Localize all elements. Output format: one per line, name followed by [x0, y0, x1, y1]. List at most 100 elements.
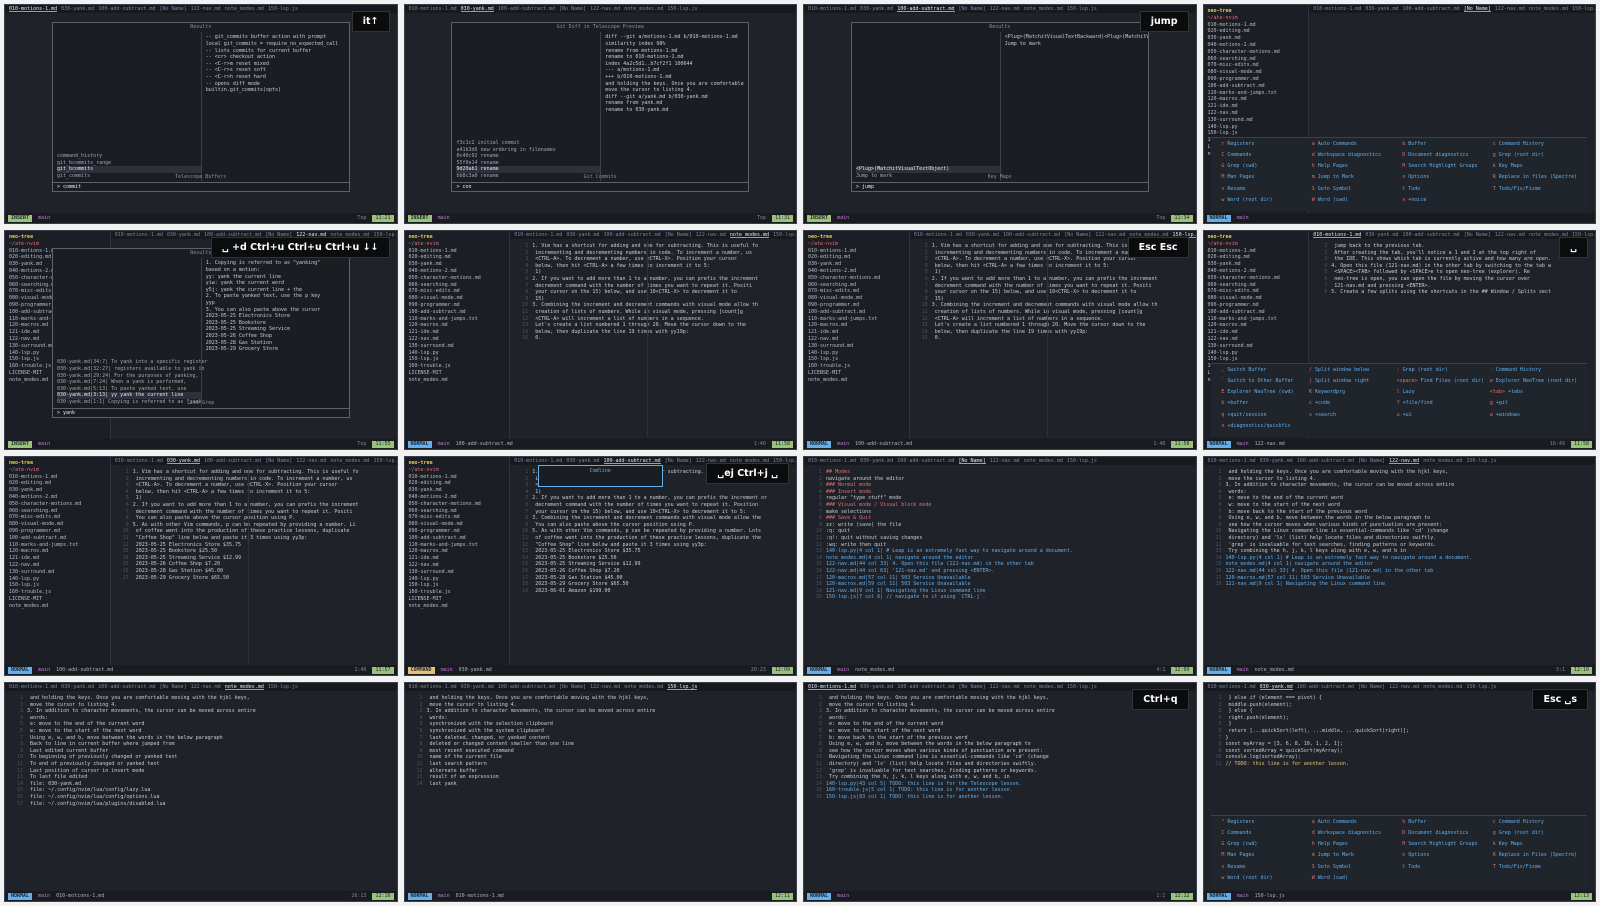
which-key-item[interactable]: G Grep (cwd)	[1221, 163, 1305, 174]
buffer-tab[interactable]: note_modes.md	[624, 6, 663, 12]
which-key-item[interactable]: a Auto Commands	[1312, 141, 1396, 152]
explorer-file-item[interactable]: 150-lsp.js	[409, 356, 506, 363]
explorer-file-item[interactable]: 120-macros.md	[9, 548, 106, 555]
buffer-tab[interactable]: 150-lsp.js	[667, 684, 698, 690]
buffer-tab[interactable]: 150-lsp.js	[374, 458, 397, 464]
buffer-tab[interactable]: 010-motions-1.md	[9, 684, 57, 690]
explorer-file-item[interactable]: 010-motions-1.md	[409, 474, 506, 481]
picker-search-input[interactable]: > con	[452, 182, 748, 191]
explorer-file-item[interactable]: 040-motions-2.md	[1208, 268, 1305, 275]
explorer-file-item[interactable]: 122-nav.md	[9, 562, 106, 569]
which-key-item[interactable]: w Word (root dir)	[1221, 197, 1305, 208]
buffer-tab[interactable]: note_modes.md	[224, 684, 264, 690]
explorer-file-item[interactable]: 010-motions-1.md	[808, 248, 905, 255]
buffer-tab[interactable]: 010-motions-1.md	[808, 458, 856, 464]
buffer-tab[interactable]: [No Name]	[559, 6, 586, 12]
buffer-tab[interactable]: [No Name]	[958, 458, 986, 464]
explorer-file-item[interactable]: 080-visual-mode.md	[1208, 69, 1305, 76]
explorer-file-item[interactable]: 140-lsp.py	[409, 350, 506, 357]
buffer-tab[interactable]: 030-yank.md	[61, 684, 94, 690]
explorer-file-item[interactable]: 122-nav.md	[409, 562, 506, 569]
picker-result-item[interactable]: 030-yank.md|5:13| To paste yanked text, …	[57, 386, 201, 393]
explorer-file-item[interactable]: 040-motions-2.md	[409, 494, 506, 501]
explorer-file-item[interactable]: 140-lsp.py	[409, 576, 506, 583]
buffer-tab[interactable]: 010-motions-1.md	[1313, 6, 1361, 12]
which-key-item[interactable]: h Help Pages	[1312, 841, 1396, 852]
explorer-file-item[interactable]: 120-macros.md	[1208, 322, 1305, 329]
buffer-tab[interactable]: 122-nav.md	[990, 458, 1020, 464]
buffer-tab[interactable]: 030-yank.md	[860, 684, 893, 690]
explorer-file-item[interactable]: 010-motions-1.md	[9, 474, 106, 481]
which-key-item[interactable]: D Document diagnostics	[1402, 152, 1486, 163]
buffer-tab[interactable]: 030-yank.md	[460, 6, 494, 12]
which-key-item[interactable]: b Buffer	[1402, 141, 1486, 152]
buffer-tab[interactable]: 030-yank.md	[966, 232, 999, 238]
explorer-file-item[interactable]: 040-motions-2.md	[808, 268, 905, 275]
explorer-file-item[interactable]: 030-yank.md	[9, 487, 106, 494]
explorer-file-item[interactable]: note_modes.md	[808, 377, 905, 384]
which-key-item[interactable]: u +ui	[1397, 412, 1484, 423]
buffer-tab[interactable]: note_modes.md	[624, 684, 663, 690]
buffer-tab[interactable]: 010-motions-1.md	[409, 6, 457, 12]
which-key-item[interactable]	[1309, 423, 1391, 434]
explorer-file-item[interactable]: 100-add-subtract.md	[808, 309, 905, 316]
buffer-tab[interactable]: 030-yank.md	[166, 458, 200, 464]
which-key-item[interactable]: / Split window below	[1309, 367, 1391, 378]
explorer-file-item[interactable]: 110-marks-and-jumps.txt	[808, 316, 905, 323]
explorer-file-item[interactable]: 020-editing.md	[808, 254, 905, 261]
which-key-item[interactable]: G Grep (cwd)	[1221, 841, 1305, 852]
buffer-tab[interactable]: 150-lsp.js	[1466, 458, 1496, 464]
buffer-tab[interactable]: 150-lsp.js	[1067, 458, 1097, 464]
explorer-file-item[interactable]: 140-lsp.py	[9, 576, 106, 583]
explorer-file-item[interactable]: 010-motions-1.md	[1208, 22, 1305, 29]
picker-search-input[interactable]: > yank	[52, 408, 349, 417]
explorer-file-item[interactable]: 090-programmer.md	[808, 302, 905, 309]
buffer-tab[interactable]: [No Name]	[665, 458, 692, 464]
explorer-file-item[interactable]: 080-visual-mode.md	[1208, 295, 1305, 302]
explorer-file-item[interactable]: 060-searching.md	[808, 282, 905, 289]
buffer-tab[interactable]: [No Name]	[1463, 6, 1491, 12]
which-key-item[interactable]: H Search Highlight Groups	[1402, 163, 1486, 174]
explorer-file-item[interactable]: 130-surround.md	[1208, 117, 1305, 124]
explorer-file-item[interactable]: 140-lsp.py	[808, 350, 905, 357]
which-key-item[interactable]: d Workspace diagnostics	[1312, 152, 1396, 163]
explorer-file-item[interactable]: 060-searching.md	[1208, 282, 1305, 289]
explorer-file-item[interactable]: 030-yank.md	[1208, 261, 1305, 268]
buffer-tab[interactable]: 100-add-subtract.md	[498, 684, 555, 690]
picker-result-item[interactable]: 030-yank.md|3:13| yy yank the current li…	[56, 392, 201, 399]
explorer-file-item[interactable]: 020-editing.md	[409, 254, 506, 261]
buffer-tab[interactable]: 100-add-subtract.md	[1003, 232, 1060, 238]
which-key-item[interactable]: D Document diagnostics	[1402, 830, 1486, 841]
explorer-file-item[interactable]: 050-character-motions.md	[409, 275, 506, 282]
which-key-item[interactable]: w Word (root dir)	[1221, 875, 1305, 886]
buffer-tab[interactable]: [No Name]	[265, 458, 292, 464]
buffer-tab[interactable]: 030-yank.md	[461, 684, 494, 690]
which-key-item[interactable]: k Key Maps	[1493, 163, 1577, 174]
explorer-file-item[interactable]: 140-lsp.py	[1208, 350, 1305, 357]
explorer-file-item[interactable]: 130-surround.md	[1208, 343, 1305, 350]
explorer-file-item[interactable]: 040-motions-2.md	[1208, 42, 1305, 49]
which-key-item[interactable]: t Todo	[1402, 186, 1486, 197]
picker-result-item[interactable]: 55f0e14 rename	[456, 160, 600, 167]
explorer-file-item[interactable]: 070-misc-edits.md	[409, 288, 506, 295]
which-key-item[interactable]: <space> Find Files (root dir)	[1397, 378, 1484, 389]
buffer-tab[interactable]: 100-add-subtract.md	[1403, 232, 1460, 238]
explorer-file-item[interactable]: 122-nav.md	[808, 336, 905, 343]
buffer-tab[interactable]: 010-motions-1.md	[514, 232, 562, 238]
picker-result-item[interactable]: git_bcommits_range	[57, 160, 201, 167]
explorer-file-item[interactable]: note_modes.md	[409, 603, 506, 610]
buffer-tab[interactable]: [No Name]	[959, 684, 986, 690]
buffer-tab[interactable]: 100-add-subtract.md	[204, 458, 261, 464]
which-key-item[interactable]: q +quit/session	[1221, 412, 1303, 423]
buffer-tab[interactable]: note_modes.md	[1024, 458, 1063, 464]
buffer-tab[interactable]: 150-lsp.js	[1466, 684, 1496, 690]
explorer-file-item[interactable]: 090-programmer.md	[1208, 302, 1305, 309]
picker-result-item[interactable]: command_history	[57, 153, 201, 160]
explorer-file-item[interactable]: 080-visual-mode.md	[808, 295, 905, 302]
which-key-item[interactable]: o Options	[1402, 852, 1486, 863]
buffer-tab[interactable]: 122-nav.md	[1495, 6, 1525, 12]
explorer-file-item[interactable]: 090-programmer.md	[9, 528, 106, 535]
buffer-tab[interactable]: 150-lsp.js	[268, 6, 298, 12]
buffer-tab[interactable]: 122-nav.md	[191, 6, 221, 12]
explorer-file-item[interactable]: 121-ide.md	[1208, 329, 1305, 336]
